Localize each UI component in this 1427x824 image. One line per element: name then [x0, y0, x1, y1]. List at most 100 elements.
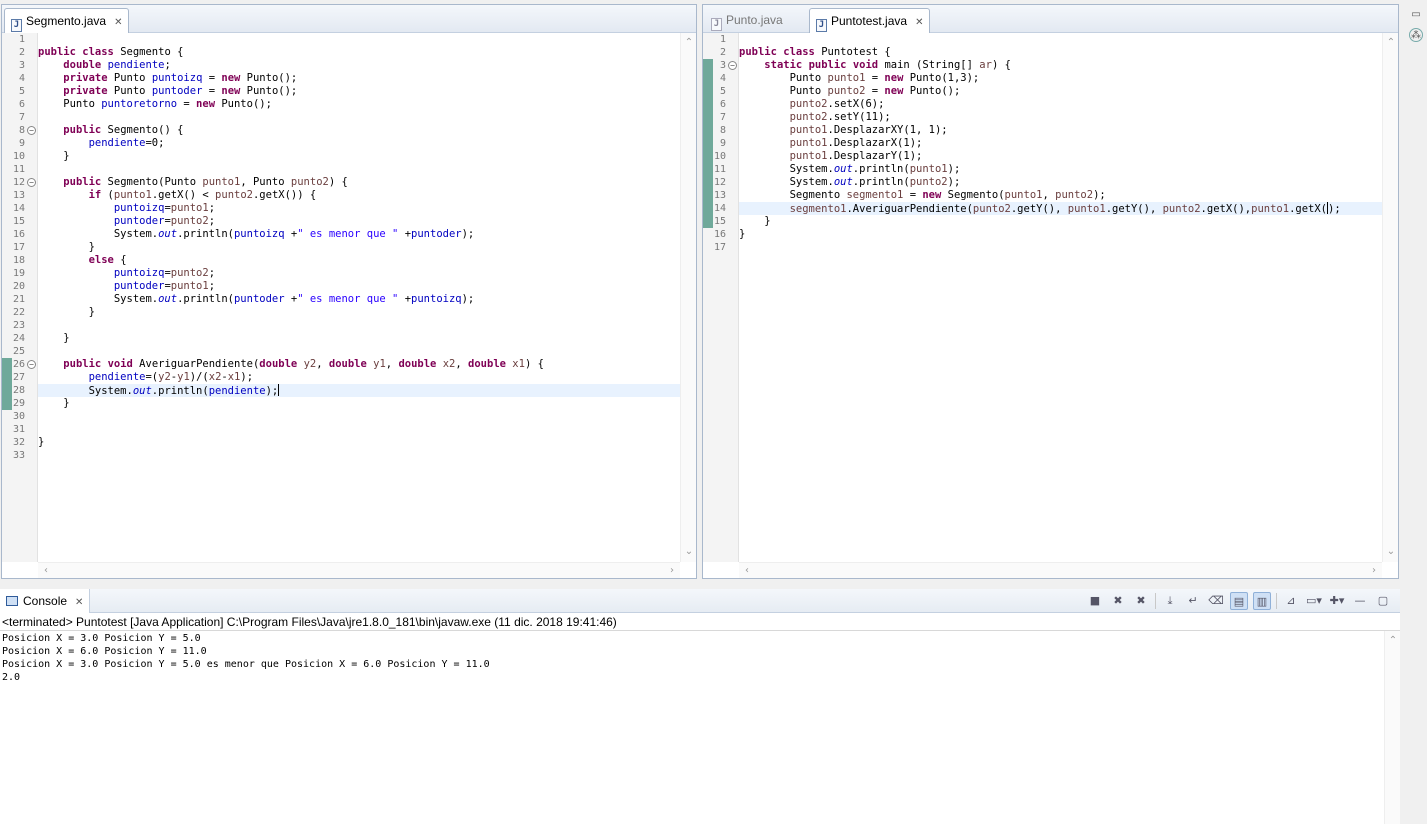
code-line[interactable]: [38, 423, 680, 436]
code-line[interactable]: [739, 33, 1382, 46]
close-tab-icon[interactable]: ✕: [114, 10, 122, 35]
code-line[interactable]: double pendiente;: [38, 59, 680, 72]
maximize-icon[interactable]: ▢: [1374, 592, 1392, 610]
terminate-icon[interactable]: ■: [1086, 592, 1104, 610]
code-line[interactable]: }: [38, 397, 680, 410]
scroll-down-icon[interactable]: ⌄: [1383, 544, 1399, 560]
fold-collapse-icon[interactable]: −: [728, 61, 737, 70]
code-line[interactable]: }: [739, 228, 1382, 241]
code-line[interactable]: public Segmento(Punto punto1, Punto punt…: [38, 176, 680, 189]
code-line[interactable]: Punto punto1 = new Punto(1,3);: [739, 72, 1382, 85]
code-line[interactable]: public class Segmento {: [38, 46, 680, 59]
tab-console[interactable]: Console ✕: [0, 589, 91, 615]
horizontal-scrollbar[interactable]: ‹ ›: [739, 562, 1382, 578]
code-line[interactable]: [38, 111, 680, 124]
code-line[interactable]: System.out.println(punto1);: [739, 163, 1382, 176]
code-line[interactable]: [38, 345, 680, 358]
code-text[interactable]: public class Segmento { double pendiente…: [38, 33, 680, 562]
vertical-scrollbar[interactable]: ⌃: [1384, 631, 1400, 824]
remove-launch-icon[interactable]: ✖: [1109, 592, 1127, 610]
code-line[interactable]: punto2.setX(6);: [739, 98, 1382, 111]
scroll-right-icon[interactable]: ›: [1366, 563, 1382, 579]
line-number: 15: [12, 216, 25, 227]
code-line[interactable]: Punto puntoretorno = new Punto();: [38, 98, 680, 111]
show-when-stdout-icon[interactable]: ▤: [1230, 592, 1248, 610]
scroll-up-icon[interactable]: ⌃: [1383, 35, 1399, 51]
close-tab-icon[interactable]: ✕: [915, 10, 923, 35]
code-line[interactable]: punto2.setY(11);: [739, 111, 1382, 124]
code-line[interactable]: }: [38, 306, 680, 319]
scroll-left-icon[interactable]: ‹: [739, 563, 755, 579]
vertical-scrollbar[interactable]: ⌃ ⌄: [1382, 33, 1398, 562]
code-token: }: [38, 397, 70, 409]
restore-icon[interactable]: ▭: [1409, 8, 1423, 22]
clear-console-icon[interactable]: ⌫: [1207, 592, 1225, 610]
tab-punto-java[interactable]: J Punto.java: [705, 8, 789, 33]
code-line[interactable]: }: [38, 436, 680, 449]
right-code-area[interactable]: 1 2 3−4 5 6 7 8 9 10 11 12 13 14 15 16 17 public class …: [703, 33, 1398, 578]
scroll-down-icon[interactable]: ⌄: [681, 544, 697, 560]
code-line[interactable]: System.out.println(puntoizq +" es menor …: [38, 228, 680, 241]
code-line[interactable]: }: [38, 332, 680, 345]
code-line[interactable]: Segmento segmento1 = new Segmento(punto1…: [739, 189, 1382, 202]
code-line[interactable]: puntoder=punto1;: [38, 280, 680, 293]
tab-puntotest-java[interactable]: J Puntotest.java ✕: [809, 8, 931, 35]
code-line[interactable]: if (punto1.getX() < punto2.getX()) {: [38, 189, 680, 202]
code-line[interactable]: System.out.println(punto2);: [739, 176, 1382, 189]
remove-all-terminated-icon[interactable]: ✖: [1132, 592, 1150, 610]
line-number-ruler[interactable]: 1 2 3 4 5 6 7 8−9 10 11 12−13 14 15 16 17 18 19 20 21 22 23 2…: [2, 33, 38, 562]
code-line[interactable]: [739, 241, 1382, 254]
code-line[interactable]: Punto punto2 = new Punto();: [739, 85, 1382, 98]
code-line[interactable]: private Punto puntoizq = new Punto();: [38, 72, 680, 85]
scroll-left-icon[interactable]: ‹: [38, 563, 54, 579]
code-line[interactable]: punto1.DesplazarX(1);: [739, 137, 1382, 150]
code-line[interactable]: System.out.println(puntoder +" es menor …: [38, 293, 680, 306]
console-output[interactable]: Posicion X = 3.0 Posicion Y = 5.0 Posicio…: [0, 631, 1384, 824]
code-line[interactable]: System.out.println(pendiente);: [38, 384, 680, 397]
scroll-up-icon[interactable]: ⌃: [1385, 633, 1401, 649]
fold-collapse-icon[interactable]: −: [27, 360, 36, 369]
code-line[interactable]: punto1.DesplazarY(1);: [739, 150, 1382, 163]
code-line[interactable]: pendiente=0;: [38, 137, 680, 150]
code-line[interactable]: public Segmento() {: [38, 124, 680, 137]
code-line[interactable]: puntoder=punto2;: [38, 215, 680, 228]
code-line[interactable]: [38, 410, 680, 423]
pin-console-icon[interactable]: ⊿: [1282, 592, 1300, 610]
vertical-scrollbar[interactable]: ⌃ ⌄: [680, 33, 696, 562]
scroll-lock-icon[interactable]: ⤓: [1161, 592, 1179, 610]
open-console-icon[interactable]: ✚▾: [1328, 592, 1346, 610]
code-line[interactable]: public class Puntotest {: [739, 46, 1382, 59]
show-when-stderr-icon[interactable]: ▥: [1253, 592, 1271, 610]
code-line[interactable]: puntoizq=punto2;: [38, 267, 680, 280]
code-text[interactable]: public class Puntotest { static public v…: [739, 33, 1382, 562]
perspective-icon[interactable]: ⁂: [1409, 28, 1423, 42]
left-code-area[interactable]: 1 2 3 4 5 6 7 8−9 10 11 12−13 14 15 16 17 18 19 20 21 22 23 2…: [2, 33, 696, 578]
code-line[interactable]: }: [739, 215, 1382, 228]
minimize-icon[interactable]: —: [1351, 592, 1369, 610]
code-line[interactable]: }: [38, 241, 680, 254]
code-line[interactable]: puntoizq=punto1;: [38, 202, 680, 215]
display-selected-console-icon[interactable]: ▭▾: [1305, 592, 1323, 610]
close-tab-icon[interactable]: ✕: [75, 591, 83, 615]
scroll-right-icon[interactable]: ›: [664, 563, 680, 579]
horizontal-scrollbar[interactable]: ‹ ›: [38, 562, 680, 578]
code-line[interactable]: public void AveriguarPendiente(double y2…: [38, 358, 680, 371]
word-wrap-icon[interactable]: ↵: [1184, 592, 1202, 610]
tab-segmento-java[interactable]: J Segmento.java ✕: [4, 8, 130, 35]
code-line[interactable]: [38, 319, 680, 332]
code-line[interactable]: static public void main (String[] ar) {: [739, 59, 1382, 72]
fold-collapse-icon[interactable]: −: [27, 178, 36, 187]
code-line[interactable]: private Punto puntoder = new Punto();: [38, 85, 680, 98]
code-line[interactable]: [38, 163, 680, 176]
code-line[interactable]: [38, 33, 680, 46]
code-line[interactable]: [38, 449, 680, 462]
code-line[interactable]: punto1.DesplazarXY(1, 1);: [739, 124, 1382, 137]
fold-collapse-icon[interactable]: −: [27, 126, 36, 135]
code-line[interactable]: else {: [38, 254, 680, 267]
code-line[interactable]: segmento1.AveriguarPendiente(punto2.getY…: [739, 202, 1382, 215]
code-line[interactable]: pendiente=(y2-y1)/(x2-x1);: [38, 371, 680, 384]
scroll-up-icon[interactable]: ⌃: [681, 35, 697, 51]
code-line[interactable]: }: [38, 150, 680, 163]
line-number-ruler[interactable]: 1 2 3−4 5 6 7 8 9 10 11 12 13 14 15 16 17: [703, 33, 739, 562]
